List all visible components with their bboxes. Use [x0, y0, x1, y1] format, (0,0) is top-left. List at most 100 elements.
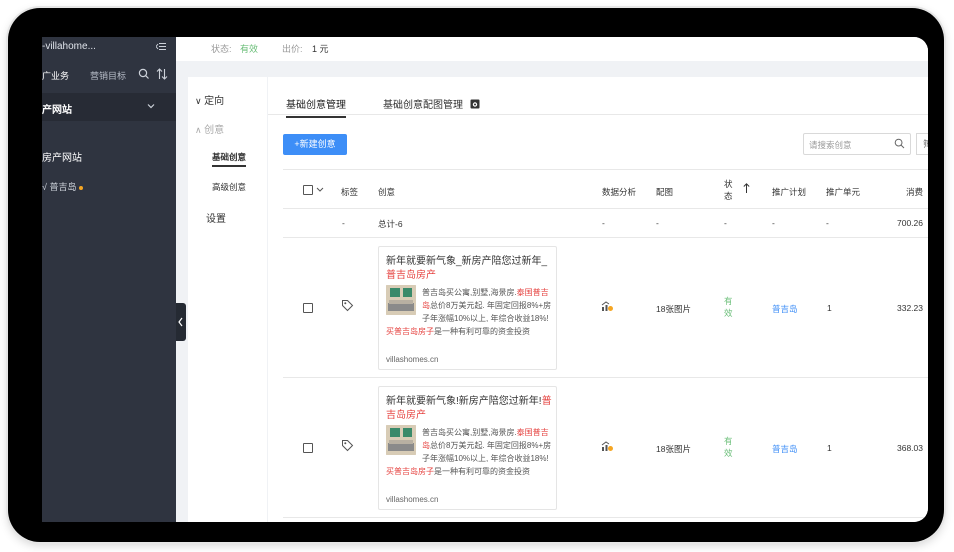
title-highlight: 普吉岛房产: [386, 270, 436, 281]
app-screen: -villahome... 广业务 营销目标 产网站 房产网站 √ 普吉岛 状态…: [42, 37, 928, 522]
row-image-count: 18张图片: [656, 304, 691, 314]
status-value: 有效: [240, 44, 259, 54]
creative-url: villashomes.cn: [386, 355, 439, 364]
column-creative: 创意: [378, 187, 396, 197]
nav-section-creative[interactable]: ∧ 创意: [195, 121, 224, 136]
chevron-left-icon: [178, 317, 183, 327]
creative-preview-card[interactable]: 新年就要新气象_新房产陪您过新年_ 普吉岛房产 普吉岛买公寓,别墅,海景房.泰国普…: [378, 246, 557, 370]
row-status: 有效: [724, 296, 733, 318]
creative-title: 新年就要新气象!新房产陪您过新年!普吉岛房产: [386, 395, 554, 423]
data-analysis-icon[interactable]: [601, 441, 613, 452]
account-name[interactable]: -villahome...: [42, 41, 96, 52]
table-summary-row: - 总计-6 - - - - - 700.26: [283, 209, 928, 238]
title-text: 新年就要新气象_新房产陪您过新年_: [386, 256, 548, 267]
sidebar-item-phuket[interactable]: √ 普吉岛: [42, 180, 84, 193]
creative-description: 普吉岛买公寓,别墅,海景房.泰国普吉岛总价8万美元起. 年固定回报8%+房子年涨…: [386, 286, 554, 338]
select-all-checkbox[interactable]: [303, 185, 313, 195]
nav-section-target[interactable]: ∨ 定向: [195, 92, 224, 107]
nav-section-label: 创意: [204, 125, 225, 136]
column-unit: 推广单元: [826, 187, 861, 197]
search-icon[interactable]: [894, 138, 905, 149]
device-frame: -villahome... 广业务 营销目标 产网站 房产网站 √ 普吉岛 状态…: [8, 8, 944, 542]
tab-basic-creative-manage[interactable]: 基础创意管理: [286, 96, 346, 118]
tab-bar: 基础创意管理 基础创意配图管理: [268, 77, 928, 118]
creative-title: 新年就要新气象_新房产陪您过新年_ 普吉岛房产: [386, 255, 554, 283]
sidebar-tabs: 广业务 营销目标: [42, 67, 176, 83]
creative-url: villashomes.cn: [386, 495, 439, 504]
search-icon[interactable]: [138, 68, 150, 80]
desc-text: 是一种有利可靠的资金投资: [434, 467, 530, 476]
tag-icon[interactable]: [341, 299, 354, 312]
desc-text: 普吉岛买公寓,别墅,海景房.: [422, 288, 517, 297]
collapse-menu-icon[interactable]: [156, 42, 166, 51]
creative-preview-card[interactable]: 新年就要新气象!新房产陪您过新年!普吉岛房产 普吉岛买公寓,别墅,海景房.泰国普…: [378, 386, 557, 510]
column-analysis: 数据分析: [602, 187, 637, 197]
desc-text: 是一种有利可靠的资金投资: [434, 327, 530, 336]
sidebar-header: -villahome...: [42, 37, 176, 59]
column-spend: 消费: [906, 187, 924, 197]
tab-business[interactable]: 广业务: [42, 69, 69, 82]
data-analysis-icon[interactable]: [601, 301, 613, 312]
status-bar: 状态: 有效 出价: 1 元: [176, 37, 928, 61]
tag-icon[interactable]: [341, 439, 354, 452]
desc-text: 总价8万美元起. 年固定回报8%+房子年涨幅10%以上, 年综合收益18%!: [422, 301, 552, 323]
sidebar: -villahome... 广业务 营销目标 产网站 房产网站 √ 普吉岛: [42, 37, 176, 522]
summary-status: -: [724, 218, 727, 228]
summary-tag: -: [342, 218, 345, 228]
row-status: 有效: [724, 436, 733, 458]
tab-marketing-goal[interactable]: 营销目标: [90, 69, 126, 82]
desc-text: 总价8万美元起. 年固定回报8%+房子年涨幅10%以上, 年综合收益18%!: [422, 441, 552, 463]
summary-creative: 总计-6: [378, 219, 403, 229]
search-box: [803, 133, 911, 155]
nav-item-advanced-creative[interactable]: 高级创意: [212, 181, 246, 193]
row-unit: 1: [827, 443, 832, 453]
summary-spend: 700.26: [897, 218, 923, 228]
column-status[interactable]: 状态: [724, 178, 734, 202]
table-row[interactable]: 新年就要新气象_新房产陪您过新年_ 普吉岛房产 普吉岛买公寓,别墅,海景房.泰国普…: [283, 238, 928, 378]
summary-image: -: [656, 218, 659, 228]
chevron-down-icon[interactable]: [316, 186, 324, 193]
chevron-down-icon: [147, 104, 155, 109]
tab-label: 基础创意配图管理: [383, 100, 463, 111]
sidebar-site-group[interactable]: 产网站: [42, 93, 176, 121]
row-checkbox[interactable]: [303, 303, 313, 313]
status-label: 状态:: [211, 44, 232, 54]
search-input[interactable]: [809, 138, 891, 151]
sidebar-site-item[interactable]: 房产网站: [42, 149, 82, 164]
desc-highlight: 买普吉岛房子: [386, 467, 434, 476]
row-unit: 1: [827, 303, 832, 313]
sidebar-item-label: 普吉岛: [49, 182, 77, 192]
column-plan: 推广计划: [772, 187, 807, 197]
summary-unit: -: [826, 218, 829, 228]
column-tag: 标签: [341, 187, 359, 197]
row-image-count: 18张图片: [656, 444, 691, 454]
row-checkbox[interactable]: [303, 443, 313, 453]
nav-item-basic-creative[interactable]: 基础创意: [212, 151, 247, 167]
sort-icon[interactable]: [156, 68, 168, 80]
bid-value: 1 元: [312, 44, 329, 54]
image-settings-icon: [470, 99, 480, 109]
sidebar-toggle[interactable]: [176, 303, 186, 341]
row-plan-link[interactable]: 普吉岛: [772, 443, 798, 455]
sort-arrow-up-icon[interactable]: [743, 183, 750, 193]
row-spend: 332.23: [897, 303, 923, 313]
filter-button[interactable]: 筛: [916, 133, 928, 155]
main-content: 基础创意管理 基础创意配图管理 +新建创意 筛: [268, 77, 928, 522]
tab-basic-creative-image-manage[interactable]: 基础创意配图管理: [383, 96, 480, 116]
status-dot-icon: [79, 185, 84, 190]
row-plan-link[interactable]: 普吉岛: [772, 303, 798, 315]
summary-plan: -: [772, 218, 775, 228]
chevron-down-icon: ∨: [195, 96, 205, 106]
table-header: 标签 创意 数据分析 配图 状态 推广计划 推广单元 消费: [283, 169, 928, 209]
row-spend: 368.03: [897, 443, 923, 453]
desc-text: 普吉岛买公寓,别墅,海景房.: [422, 428, 517, 437]
secondary-nav: ∨ 定向 ∧ 创意 基础创意 高级创意 设置: [188, 77, 267, 522]
nav-section-label: 定向: [204, 96, 225, 107]
creative-description: 普吉岛买公寓,别墅,海景房.泰国普吉岛总价8万美元起. 年固定回报8%+房子年涨…: [386, 426, 554, 478]
desc-highlight: 买普吉岛房子: [386, 327, 434, 336]
table-row[interactable]: 新年就要新气象!新房产陪您过新年!普吉岛房产 普吉岛买公寓,别墅,海景房.泰国普…: [283, 378, 928, 518]
summary-analysis: -: [602, 218, 605, 228]
new-creative-button[interactable]: +新建创意: [283, 134, 347, 155]
column-image: 配图: [656, 187, 674, 197]
nav-section-settings[interactable]: 设置: [206, 210, 226, 225]
